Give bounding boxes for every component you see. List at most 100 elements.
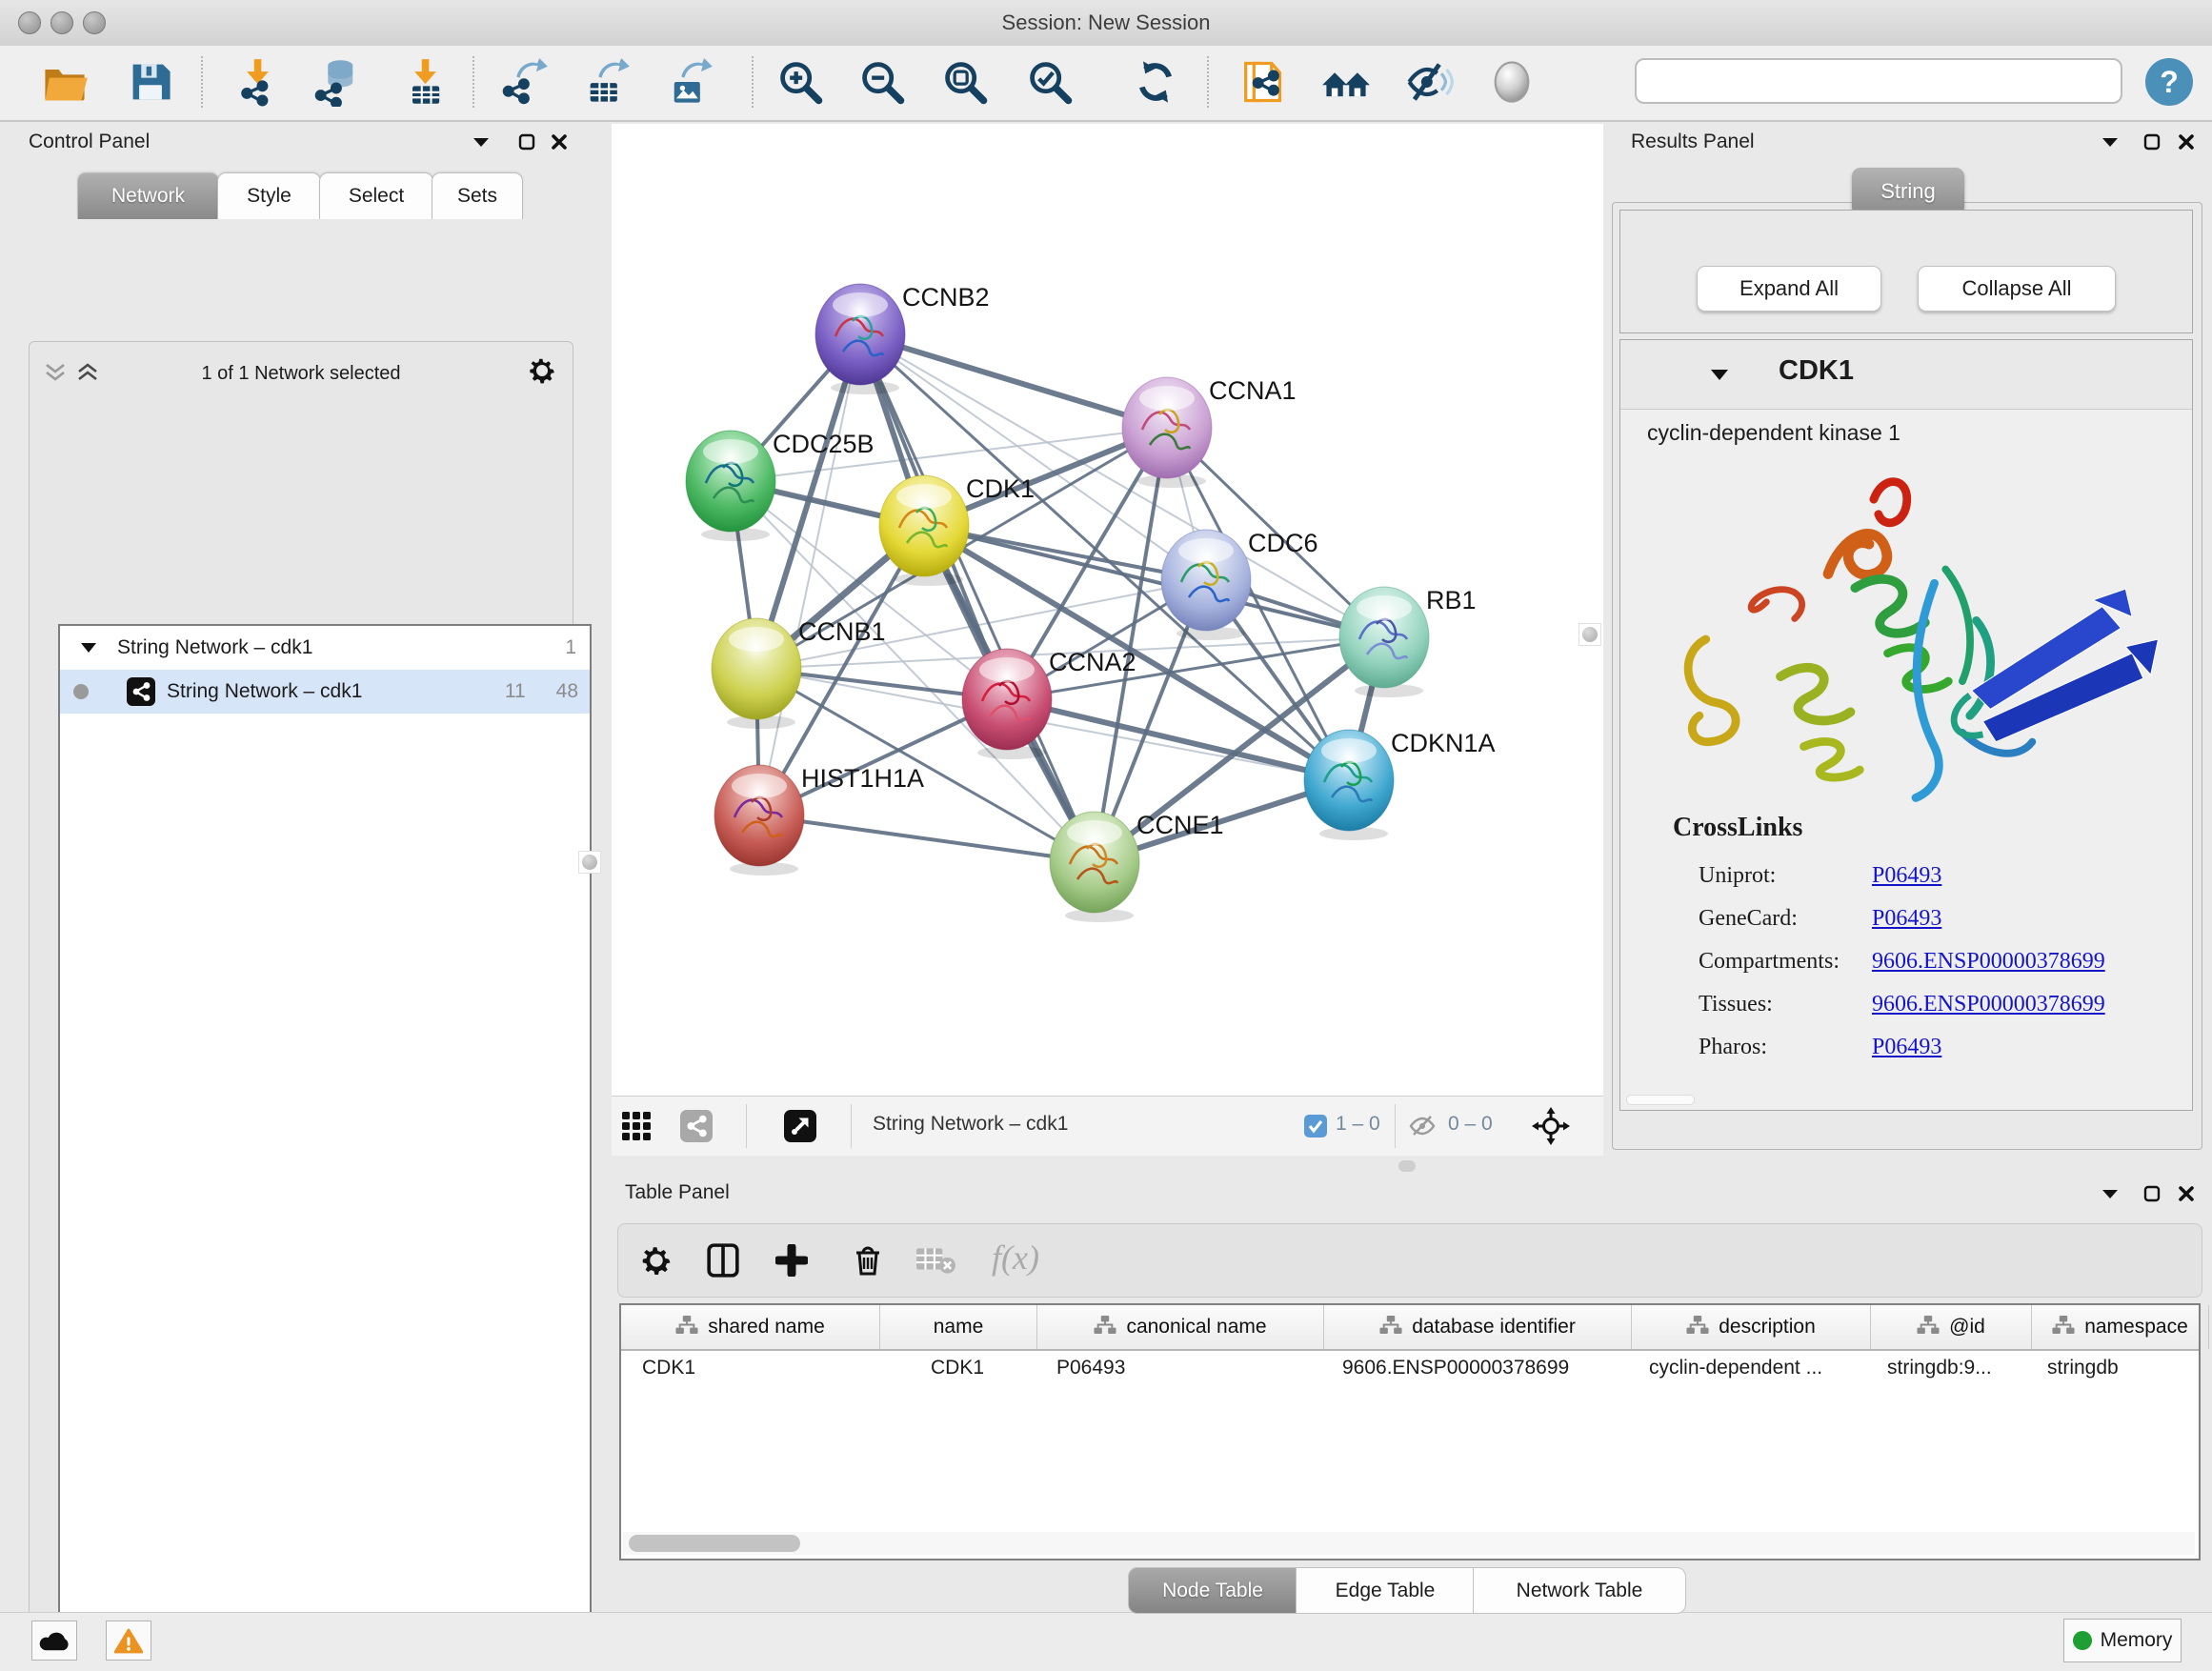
expand-all-button[interactable]: Expand All	[1697, 266, 1881, 312]
crosslinks-title: CrossLinks	[1673, 813, 1802, 843]
tab-style[interactable]: Style	[217, 172, 321, 219]
table-hscrollbar[interactable]	[623, 1532, 2195, 1555]
collapse-all-button[interactable]: Collapse All	[1918, 266, 2116, 312]
table-hscrollbar-thumb[interactable]	[629, 1535, 800, 1552]
show-all-networks-icon[interactable]	[1317, 53, 1375, 111]
save-session-icon[interactable]	[122, 53, 179, 111]
tab-sets[interactable]: Sets	[432, 172, 523, 219]
edge-CCNB2-HIST1H1A[interactable]	[759, 334, 860, 815]
crosslink-link[interactable]: P06493	[1872, 1035, 1941, 1060]
node-CCNA2[interactable]: CCNA2	[962, 648, 1136, 759]
table-panel-float-icon[interactable]	[2138, 1181, 2166, 1206]
results-panel-menu-icon[interactable]	[2096, 130, 2124, 154]
import-network-database-icon[interactable]	[309, 53, 366, 111]
control-panel-menu-icon[interactable]	[467, 130, 495, 154]
control-panel-title: Control Panel	[29, 131, 150, 153]
birdseye-view-icon[interactable]	[784, 1110, 816, 1147]
crosslink-link[interactable]: 9606.ENSP00000378699	[1872, 949, 2105, 975]
collapse-all-icon[interactable]	[43, 363, 68, 387]
cloud-status-button[interactable]	[31, 1621, 77, 1661]
toolbar-divider	[201, 56, 203, 108]
expand-top-icon[interactable]	[75, 363, 100, 387]
hidden-count: 0 – 0	[1448, 1113, 1493, 1136]
collection-expander-icon[interactable]	[81, 636, 96, 659]
crosslink-link[interactable]: P06493	[1872, 863, 1941, 889]
column-header-namespace[interactable]: namespace	[2032, 1305, 2209, 1349]
network-view-canvas[interactable]: CCNB2CCNA1CDC25BCDK1CDC6RB1CCNB1CCNA2CDK…	[612, 124, 1603, 1096]
selected-checkbox-icon[interactable]	[1304, 1115, 1327, 1142]
crosslink-link[interactable]: 9606.ENSP00000378699	[1872, 992, 2105, 1017]
results-panel-close-icon[interactable]	[2172, 130, 2201, 154]
fit-crosshair-icon[interactable]	[1532, 1107, 1570, 1150]
network-row-selected[interactable]: String Network – cdk1 11 48	[60, 670, 590, 714]
memory-button[interactable]: Memory	[2063, 1619, 2182, 1662]
show-columns-icon[interactable]	[702, 1241, 744, 1279]
column-header-label: @id	[1949, 1316, 1985, 1339]
entry-scrollbar-stub[interactable]	[1626, 1095, 1695, 1105]
node-CCNB1[interactable]: CCNB1	[712, 617, 886, 729]
network-row-label: String Network – cdk1	[167, 680, 362, 703]
column-header-description[interactable]: description	[1632, 1305, 1871, 1349]
hide-selected-icon[interactable]	[1400, 53, 1458, 111]
table-settings-gear-icon[interactable]	[635, 1241, 677, 1279]
control-panel-close-icon[interactable]	[545, 130, 573, 154]
zoom-selected-icon[interactable]	[1021, 53, 1078, 111]
open-session-icon[interactable]	[36, 53, 93, 111]
network-options-gear-icon[interactable]	[521, 352, 563, 390]
edge-CCNB2-CCNA1[interactable]	[860, 334, 1167, 428]
node-CCNA1[interactable]: CCNA1	[1122, 376, 1297, 488]
tab-select[interactable]: Select	[319, 172, 433, 219]
node-CCNB2[interactable]: CCNB2	[815, 283, 990, 394]
tab-node-table[interactable]: Node Table	[1128, 1567, 1297, 1614]
first-neighbors-icon[interactable]	[1234, 53, 1291, 111]
crosslink-link[interactable]: P06493	[1872, 906, 1941, 932]
tab-network[interactable]: Network	[77, 172, 219, 219]
delete-column-trash-icon[interactable]	[847, 1241, 889, 1279]
left-splitter-handle[interactable]	[578, 851, 601, 874]
export-image-icon[interactable]	[661, 53, 718, 111]
grid-view-icon[interactable]	[622, 1112, 651, 1145]
tab-string[interactable]: String	[1852, 168, 1964, 215]
show-graphics-details-icon[interactable]	[1483, 53, 1540, 111]
search-input[interactable]	[1635, 58, 2122, 104]
column-header-shared-name[interactable]: shared name	[621, 1305, 880, 1349]
edge-HIST1H1A-CCNE1[interactable]	[759, 815, 1095, 862]
node-RB1[interactable]: RB1	[1339, 586, 1477, 697]
node-CDC25B[interactable]: CDC25B	[686, 430, 875, 541]
tab-network-table[interactable]: Network Table	[1473, 1567, 1686, 1614]
result-entry-cdk1: CDK1 cyclin-dependent kinase 1	[1619, 339, 2193, 1111]
right-splitter-handle[interactable]	[1579, 623, 1601, 646]
zoom-out-icon[interactable]	[854, 53, 911, 111]
table-panel-close-icon[interactable]	[2172, 1181, 2201, 1206]
column-header-database-identifier[interactable]: database identifier	[1324, 1305, 1632, 1349]
add-column-icon[interactable]	[771, 1241, 813, 1279]
node-CDKN1A[interactable]: CDKN1A	[1304, 729, 1496, 840]
network-share-view-icon[interactable]	[680, 1110, 713, 1147]
column-header-canonical-name[interactable]: canonical name	[1037, 1305, 1324, 1349]
tab-edge-table[interactable]: Edge Table	[1296, 1567, 1475, 1614]
network-view-title: String Network – cdk1	[873, 1113, 1068, 1136]
table-row[interactable]: CDK1CDK1P064939606.ENSP00000378699cyclin…	[621, 1351, 2199, 1385]
result-entry-header[interactable]: CDK1	[1620, 340, 2192, 410]
control-panel-float-icon[interactable]	[513, 130, 541, 154]
help-button[interactable]: ?	[2145, 58, 2193, 106]
zoom-fit-icon[interactable]	[936, 53, 994, 111]
export-table-icon[interactable]	[578, 53, 635, 111]
table-panel-menu-icon[interactable]	[2096, 1181, 2124, 1206]
import-network-file-icon[interactable]	[229, 53, 286, 111]
refresh-layout-icon[interactable]	[1127, 53, 1184, 111]
entry-expander-icon[interactable]	[1711, 369, 1728, 386]
node-HIST1H1A[interactable]: HIST1H1A	[714, 764, 924, 876]
column-header--id[interactable]: @id	[1871, 1305, 2032, 1349]
export-network-icon[interactable]	[496, 53, 553, 111]
horizontal-splitter-handle[interactable]	[1398, 1160, 1416, 1172]
warnings-button[interactable]	[106, 1621, 151, 1661]
node-CDK1[interactable]: CDK1	[879, 474, 1035, 586]
results-panel-float-icon[interactable]	[2138, 130, 2166, 154]
crosslink-row: GeneCard:P06493	[1699, 897, 2165, 940]
node-CCNE1[interactable]: CCNE1	[1050, 811, 1224, 922]
zoom-in-icon[interactable]	[772, 53, 829, 111]
network-collection-row[interactable]: String Network – cdk1 1	[60, 626, 590, 670]
column-header-name[interactable]: name	[880, 1305, 1037, 1349]
import-table-icon[interactable]	[396, 53, 453, 111]
